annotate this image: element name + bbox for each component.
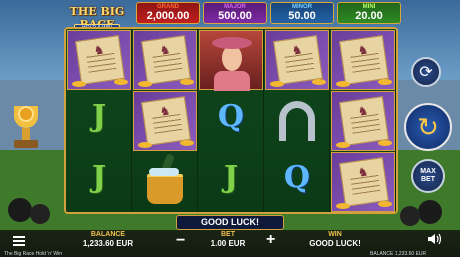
message-banner: GOOD LUCK! xyxy=(176,215,284,230)
q-card-symbol: Q xyxy=(283,160,311,195)
reel-grid: ♞ J J ♞ ♞ Q J ♞ Q ♞ ♞ ♞ xyxy=(64,27,398,214)
horseshoe-symbol xyxy=(265,91,329,151)
win-value: GOOD LUCK! xyxy=(309,239,361,248)
win-label: WIN xyxy=(328,231,342,238)
balance-label: BALANCE xyxy=(90,231,126,238)
max-bet-button[interactable]: MAX BET xyxy=(411,159,445,193)
max-bet-label: MAX BET xyxy=(420,168,436,183)
jackpot-grand-value: 2,000.00 xyxy=(146,10,190,22)
jackpot-grand: GRAND 2,000.00 xyxy=(136,2,200,24)
autoplay-button[interactable]: ⟳ xyxy=(411,57,441,87)
race-map-symbol: ♞ xyxy=(133,30,197,90)
jockey-lady-symbol xyxy=(199,30,263,91)
reel-3: QJ xyxy=(198,29,264,212)
bet-increase-button[interactable]: + xyxy=(266,231,275,249)
menu-icon[interactable] xyxy=(13,236,25,246)
jackpot-minor-value: 50.00 xyxy=(288,10,316,22)
game-name-footer: The Big Race Hold 'n' Win xyxy=(4,251,63,257)
bet-value: 1.00 EUR xyxy=(210,239,246,248)
race-map-symbol: ♞ xyxy=(265,30,329,90)
spin-button[interactable]: ↻ xyxy=(404,103,452,151)
jackpot-major: MAJOR 500.00 xyxy=(203,2,267,24)
sound-icon[interactable] xyxy=(428,233,442,245)
race-map-symbol: ♞ xyxy=(331,91,395,151)
j-card-symbol: J xyxy=(91,99,107,134)
autoplay-icon: ⟳ xyxy=(419,64,433,81)
jackpot-minor: MINOR 50.00 xyxy=(270,2,334,24)
j-card-symbol: J xyxy=(223,160,239,195)
j-card-symbol: J xyxy=(91,160,107,195)
race-map-symbol: ♞ xyxy=(331,152,395,212)
trophy-icon xyxy=(6,100,46,160)
spin-arrows-icon: ↻ xyxy=(417,111,439,142)
jackpot-major-value: 500.00 xyxy=(218,10,252,22)
reel-4: ♞ Q xyxy=(264,29,330,212)
bet-decrease-button[interactable]: − xyxy=(176,232,185,250)
balance-footer: BALANCE 1,233.60 EUR xyxy=(370,251,427,257)
balance-value: 1,233.60 EUR xyxy=(82,239,134,248)
medal-icon xyxy=(18,106,34,122)
jackpot-mini-value: 20.00 xyxy=(355,10,383,22)
race-map-symbol: ♞ xyxy=(67,30,131,90)
bet-label: BET xyxy=(221,231,235,238)
champagne-bucket-symbol xyxy=(133,152,197,212)
jackpot-mini: MINI 20.00 xyxy=(337,2,401,24)
reel-1: ♞ J J xyxy=(66,29,132,212)
reel-2: ♞ ♞ xyxy=(132,29,198,212)
reel-5: ♞ ♞ ♞ xyxy=(330,29,396,212)
race-map-symbol: ♞ xyxy=(133,91,197,151)
q-card-symbol: Q xyxy=(217,99,245,134)
jackpot-bar: GRAND 2,000.00 MAJOR 500.00 MINOR 50.00 … xyxy=(136,2,401,24)
race-map-symbol: ♞ xyxy=(331,30,395,90)
